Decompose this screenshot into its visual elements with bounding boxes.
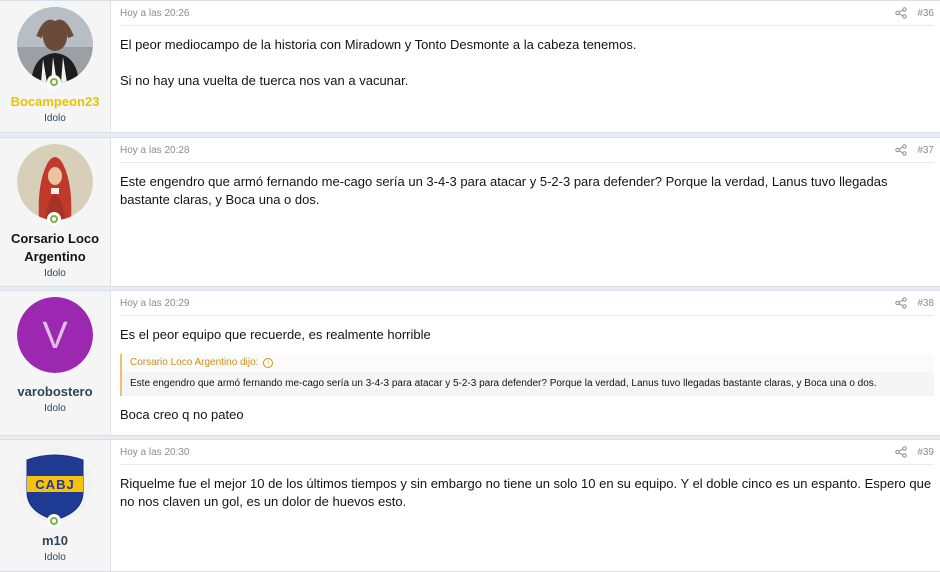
user-title: Idolo: [44, 403, 66, 414]
post-main: Hoy a las 20:29 #38 Es el peor equipo qu…: [111, 291, 940, 435]
post-paragraph: Este engendro que armó fernando me-cago …: [120, 174, 888, 207]
avatar[interactable]: [17, 144, 93, 226]
username[interactable]: varobostero: [13, 383, 96, 401]
post-meta: Hoy a las 20:26 #36: [120, 1, 934, 26]
share-icon[interactable]: [895, 7, 908, 19]
user-crest-avatar: CABJ: [17, 446, 93, 522]
user-painting-avatar: [17, 144, 93, 220]
post-paragraph: El peor mediocampo de la historia con Mi…: [120, 37, 637, 52]
user-cell: Bocampeon23 Idolo: [0, 1, 111, 132]
user-letter-avatar: V: [17, 297, 93, 373]
share-icon[interactable]: [895, 144, 908, 156]
online-status-icon: [47, 514, 61, 528]
quote-header[interactable]: Corsario Loco Argentino dijo: ↑: [122, 354, 934, 372]
post-paragraph: Si no hay una vuelta de tuerca nos van a…: [120, 73, 409, 88]
post-main: Hoy a las 20:30 #39 Riquelme fue el mejo…: [111, 440, 940, 571]
post: V varobostero Idolo Hoy a las 20:29 #38: [0, 290, 940, 436]
username[interactable]: Corsario Loco Argentino: [0, 230, 110, 266]
post-number[interactable]: #37: [917, 145, 934, 156]
post-paragraph: Es el peor equipo que recuerde, es realm…: [120, 327, 431, 342]
post: Bocampeon23 Idolo Hoy a las 20:26 #36 El…: [0, 0, 940, 133]
share-icon[interactable]: [895, 446, 908, 458]
post-time[interactable]: Hoy a las 20:30: [120, 447, 190, 458]
post-body: El peor mediocampo de la historia con Mi…: [120, 26, 934, 90]
quote-author[interactable]: Corsario Loco Argentino dijo:: [130, 354, 258, 372]
user-title: Idolo: [44, 552, 66, 563]
user-cell: V varobostero Idolo: [0, 291, 111, 435]
post-time[interactable]: Hoy a las 20:26: [120, 8, 190, 19]
user-title: Idolo: [44, 113, 66, 124]
post: Corsario Loco Argentino Idolo Hoy a las …: [0, 137, 940, 287]
user-photo-avatar: [17, 7, 93, 83]
thread: Bocampeon23 Idolo Hoy a las 20:26 #36 El…: [0, 0, 940, 572]
post-meta: Hoy a las 20:28 #37: [120, 138, 934, 163]
post-body: Riquelme fue el mejor 10 de los últimos …: [120, 465, 934, 511]
avatar[interactable]: [17, 7, 93, 89]
post: CABJ m10 Idolo Hoy a las 20:30 #39 Rique…: [0, 439, 940, 572]
share-icon[interactable]: [895, 297, 908, 309]
quote-block: Corsario Loco Argentino dijo: ↑ Este eng…: [120, 354, 934, 396]
post-body: Este engendro que armó fernando me-cago …: [120, 163, 934, 209]
avatar[interactable]: V: [17, 297, 93, 373]
svg-text:CABJ: CABJ: [35, 477, 74, 492]
post-main: Hoy a las 20:26 #36 El peor mediocampo d…: [111, 1, 940, 132]
post-time[interactable]: Hoy a las 20:28: [120, 145, 190, 156]
post-body: Es el peor equipo que recuerde, es realm…: [120, 316, 934, 424]
user-cell: CABJ m10 Idolo: [0, 440, 111, 571]
user-cell: Corsario Loco Argentino Idolo: [0, 138, 111, 286]
online-status-icon: [47, 212, 61, 226]
post-number[interactable]: #38: [917, 298, 934, 309]
user-title: Idolo: [44, 268, 66, 279]
username[interactable]: Bocampeon23: [7, 93, 104, 111]
quote-text: Este engendro que armó fernando me-cago …: [122, 372, 934, 396]
online-status-icon: [47, 75, 61, 89]
post-paragraph: Riquelme fue el mejor 10 de los últimos …: [120, 476, 932, 509]
avatar[interactable]: CABJ: [17, 446, 93, 528]
username[interactable]: m10: [38, 532, 72, 550]
post-meta: Hoy a las 20:29 #38: [120, 291, 934, 316]
post-time[interactable]: Hoy a las 20:29: [120, 298, 190, 309]
post-paragraph: Boca creo q no pateo: [120, 407, 244, 422]
post-number[interactable]: #36: [917, 8, 934, 19]
svg-text:V: V: [42, 315, 68, 357]
go-to-quote-icon[interactable]: ↑: [263, 358, 274, 368]
post-number[interactable]: #39: [917, 447, 934, 458]
post-main: Hoy a las 20:28 #37 Este engendro que ar…: [111, 138, 940, 286]
post-meta: Hoy a las 20:30 #39: [120, 440, 934, 465]
